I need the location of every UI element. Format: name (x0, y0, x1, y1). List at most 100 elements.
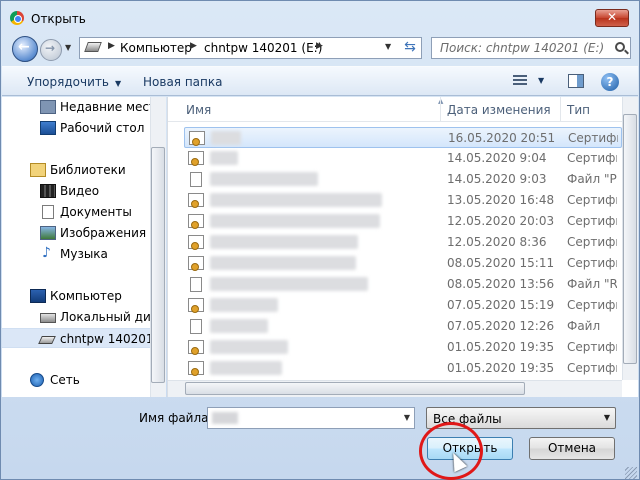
views-icon[interactable] (513, 75, 527, 87)
file-type: Сертифи (567, 361, 617, 375)
nav-item-local-disk[interactable]: Локальный диск (2, 307, 150, 327)
file-row[interactable]: 01.05.2020 19:35 Сертифи (184, 358, 622, 379)
nav-item-label: Видео (60, 184, 100, 198)
chrome-icon (10, 11, 24, 25)
file-row[interactable]: 08.05.2020 15:11 Сертифи (184, 253, 622, 274)
nav-item-label: Музыка (60, 247, 108, 261)
file-name-redacted (210, 256, 356, 270)
filename-input[interactable]: ▼ (207, 407, 415, 429)
breadcrumb-separator-icon[interactable]: ▶ (108, 41, 115, 51)
file-list-horizontal-thumb[interactable] (185, 382, 525, 395)
recent-pages-dropdown[interactable]: ▼ (65, 43, 71, 52)
nav-item-network[interactable]: Сеть (2, 370, 150, 390)
file-name-redacted (210, 172, 318, 186)
nav-item-usb-drive[interactable]: chntpw 140201 (E (2, 328, 150, 348)
file-row[interactable]: 08.05.2020 13:56 Файл "RE (184, 274, 622, 295)
file-name-redacted (210, 361, 282, 375)
certificate-icon (188, 298, 204, 313)
certificate-icon (188, 256, 204, 271)
search-box[interactable]: Поиск: chntpw 140201 (E:) (431, 37, 631, 59)
nav-item-documents[interactable]: Документы (2, 202, 150, 222)
nav-item-images[interactable]: Изображения (2, 223, 150, 243)
file-type: Сертифи (567, 235, 617, 249)
column-type[interactable]: Тип (567, 103, 590, 117)
file-row[interactable]: 01.05.2020 19:35 Сертифи (184, 337, 622, 358)
chevron-down-icon[interactable]: ▼ (538, 76, 544, 85)
address-bar[interactable]: ▶ Компьютер ▶ chntpw 140201 (E:) ▶ (79, 37, 422, 59)
breadcrumb-drive[interactable]: chntpw 140201 (E:) (204, 41, 322, 55)
recent-places-icon (40, 100, 56, 114)
nav-item-label: Документы (60, 205, 132, 219)
nav-item-libraries[interactable]: Библиотеки (2, 160, 150, 180)
close-button[interactable]: ✕ (595, 9, 629, 27)
desktop-icon (40, 121, 56, 135)
chevron-down-icon[interactable]: ▼ (404, 413, 410, 422)
column-divider[interactable] (440, 97, 441, 122)
breadcrumb-computer[interactable]: Компьютер (120, 41, 192, 55)
file-date: 13.05.2020 16:48 (447, 193, 555, 207)
file-type: Сертифи (567, 340, 617, 354)
resize-grip[interactable] (625, 467, 637, 479)
refresh-button[interactable]: ⇆ (398, 38, 422, 58)
breadcrumb-separator-icon[interactable]: ▶ (316, 41, 323, 51)
nav-item-label: Локальный диск (60, 310, 150, 324)
filename-value-redacted (212, 412, 238, 424)
music-icon: ♪ (42, 245, 51, 261)
nav-item-computer[interactable]: Компьютер (2, 286, 150, 306)
nav-scrollbar-thumb[interactable] (151, 147, 165, 383)
column-name[interactable]: Имя (186, 103, 211, 117)
file-date: 16.05.2020 20:51 (448, 131, 556, 145)
file-list-vertical-thumb[interactable] (623, 114, 637, 364)
file-row[interactable]: 14.05.2020 9:03 Файл "PD (184, 169, 622, 190)
open-file-dialog: Открыть ✕ ▼ ▶ Компьютер ▶ chntpw 140201 … (0, 0, 640, 480)
file-name-redacted (210, 235, 358, 249)
nav-item-desktop[interactable]: Рабочий стол (2, 118, 150, 138)
file-name-redacted (210, 298, 278, 312)
certificate-icon (188, 361, 204, 376)
column-date[interactable]: Дата изменения (447, 103, 551, 117)
file-row[interactable]: 16.05.2020 20:51 Сертифи (184, 127, 622, 148)
search-icon[interactable] (615, 42, 625, 52)
file-list: ▲ Имя Дата изменения Тип 16.05.2020 20:5… (167, 97, 638, 397)
document-icon (190, 277, 202, 292)
filename-label: Имя файла: (139, 411, 213, 425)
nav-item-label: Рабочий стол (60, 121, 145, 135)
computer-icon (30, 289, 46, 303)
chevron-down-icon: ▼ (603, 413, 610, 422)
certificate-icon (188, 235, 204, 250)
new-folder-button[interactable]: Новая папка (143, 75, 222, 89)
forward-button[interactable] (40, 39, 62, 61)
file-name-redacted (210, 151, 238, 165)
preview-pane-icon[interactable] (568, 74, 584, 88)
file-row[interactable]: 12.05.2020 8:36 Сертифи (184, 232, 622, 253)
file-row[interactable]: 13.05.2020 16:48 Сертифи (184, 190, 622, 211)
nav-item-recent-places[interactable]: Недавние места (2, 97, 150, 117)
file-date: 07.05.2020 12:26 (447, 319, 555, 333)
back-button[interactable] (12, 36, 38, 62)
breadcrumb-separator-icon[interactable]: ▶ (190, 41, 197, 51)
file-date: 14.05.2020 9:03 (447, 172, 547, 186)
search-placeholder[interactable]: Поиск: chntpw 140201 (E:) (440, 41, 604, 55)
file-date: 01.05.2020 19:35 (447, 361, 555, 375)
annotation-circle (419, 422, 483, 480)
file-row[interactable]: 12.05.2020 20:03 Сертифи (184, 211, 622, 232)
column-divider[interactable] (560, 97, 561, 122)
file-row[interactable]: 07.05.2020 12:26 Файл (184, 316, 622, 337)
file-name-redacted (210, 277, 368, 291)
nav-item-label: Недавние места (60, 100, 150, 114)
cancel-button[interactable]: Отмена (529, 437, 615, 460)
file-date: 08.05.2020 15:11 (447, 256, 555, 270)
nav-item-music[interactable]: ♪ Музыка (2, 244, 150, 264)
address-dropdown[interactable]: ▼ (385, 42, 391, 51)
file-row[interactable]: 14.05.2020 9:04 Сертифи (184, 148, 622, 169)
network-icon (30, 373, 44, 387)
organize-button[interactable]: Упорядочить ▼ (27, 75, 121, 89)
file-name-redacted (210, 340, 288, 354)
file-date: 07.05.2020 15:19 (447, 298, 555, 312)
file-row[interactable]: 07.05.2020 15:19 Сертифи (184, 295, 622, 316)
file-type: Файл (567, 319, 601, 333)
help-icon[interactable]: ? (601, 73, 619, 91)
nav-item-video[interactable]: Видео (2, 181, 150, 201)
images-icon (40, 226, 56, 240)
window-title: Открыть (31, 12, 86, 26)
